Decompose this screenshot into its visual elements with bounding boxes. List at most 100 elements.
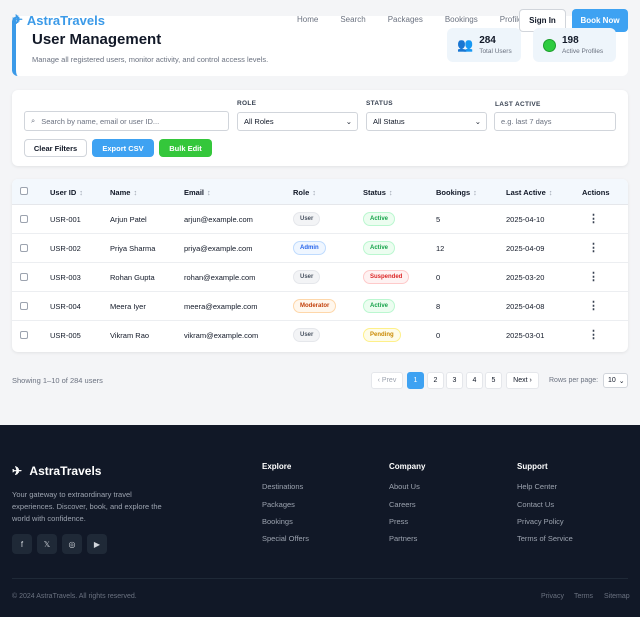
role-badge: Moderator (293, 299, 337, 313)
more-actions-icon[interactable]: ⋮ (588, 299, 599, 312)
youtube-icon[interactable]: ▶ (87, 534, 107, 554)
chevron-down-icon: ⌄ (474, 117, 481, 126)
cell-bookings: 12 (436, 244, 445, 253)
cell-user-id: USR-004 (50, 302, 81, 311)
table-header: User ID ↕ Name ↕ Email ↕ Role ↕ Status ↕ Book… (12, 179, 628, 205)
search-input[interactable]: ⌕ Search by name, email or user ID... (24, 111, 229, 131)
stat-value: 198 (562, 35, 579, 46)
table-row: USR-001 Arjun Patel arjun@example.com Us… (12, 205, 628, 234)
stat-active-profiles: 198 Active Profiles (533, 28, 616, 62)
more-actions-icon[interactable]: ⋮ (588, 212, 599, 225)
footer-link[interactable]: Help Center (517, 482, 557, 491)
col-user-id[interactable]: User ID ↕ (50, 188, 83, 197)
footer-privacy-link[interactable]: Privacy (541, 593, 564, 600)
nav-link-packages[interactable]: Packages (388, 15, 423, 24)
results-summary: Showing 1–10 of 284 users (12, 376, 103, 385)
more-actions-icon[interactable]: ⋮ (588, 270, 599, 283)
cell-name: Priya Sharma (110, 244, 156, 253)
cell-user-id: USR-005 (50, 331, 81, 340)
nav-link-bookings[interactable]: Bookings (445, 15, 478, 24)
footer-sitemap-link[interactable]: Sitemap (604, 593, 630, 600)
brand-name: AstraTravels (26, 12, 105, 28)
rows-per-page-select[interactable]: 10 ⌄ (603, 373, 628, 388)
stat-label: Total Users (479, 48, 512, 55)
page-button-4[interactable]: 4 (466, 372, 483, 389)
sort-icon: ↕ (79, 188, 84, 197)
brand-logo[interactable]: ✈ AstraTravels (12, 12, 105, 28)
status-select[interactable]: All Status ⌄ (366, 112, 487, 131)
table-row: USR-003 Rohan Gupta rohan@example.com Us… (12, 263, 628, 292)
footer-link[interactable]: Special Offers (262, 534, 309, 543)
footer-terms-link[interactable]: Terms (574, 593, 593, 600)
status-badge: Pending (363, 328, 401, 342)
clear-filters-button[interactable]: Clear Filters (24, 139, 87, 157)
col-name[interactable]: Name ↕ (110, 188, 137, 197)
sort-icon: ↕ (388, 188, 393, 197)
stat-label: Active Profiles (562, 48, 604, 55)
last-active-input[interactable]: e.g. last 7 days (494, 112, 616, 131)
page-button-1[interactable]: 1 (407, 372, 424, 389)
footer-link[interactable]: About Us (389, 482, 420, 491)
row-checkbox[interactable] (20, 244, 28, 252)
row-checkbox[interactable] (20, 273, 28, 281)
row-checkbox[interactable] (20, 331, 28, 339)
x-twitter-icon[interactable]: 𝕏 (37, 534, 57, 554)
cell-last-active: 2025-03-01 (506, 331, 545, 340)
cell-name: Meera Iyer (110, 302, 146, 311)
page-button-5[interactable]: 5 (485, 372, 502, 389)
footer-link[interactable]: Packages (262, 500, 295, 509)
sort-icon: ↕ (133, 188, 138, 197)
col-email[interactable]: Email ↕ (184, 188, 211, 197)
nav-link-search[interactable]: Search (340, 15, 365, 24)
role-select[interactable]: All Roles ⌄ (237, 112, 358, 131)
page-button-3[interactable]: 3 (446, 372, 463, 389)
row-checkbox[interactable] (20, 302, 28, 310)
footer-link[interactable]: Contact Us (517, 500, 554, 509)
col-label: Bookings (436, 188, 471, 197)
role-label: ROLE (237, 100, 257, 107)
select-all-checkbox[interactable] (20, 187, 28, 195)
copyright: © 2024 AstraTravels. All rights reserved… (12, 593, 137, 600)
sort-icon: ↕ (207, 188, 211, 197)
instagram-icon[interactable]: ◎ (62, 534, 82, 554)
prev-page-button[interactable]: ‹ Prev (371, 372, 403, 389)
sort-icon: ↕ (548, 188, 553, 197)
more-actions-icon[interactable]: ⋮ (588, 328, 599, 341)
table-row: USR-002 Priya Sharma priya@example.com A… (12, 234, 628, 263)
last-active-label: LAST ACTIVE (495, 101, 541, 108)
footer-col-title: Explore (262, 462, 292, 471)
search-placeholder: Search by name, email or user ID... (41, 116, 160, 126)
cell-last-active: 2025-04-09 (506, 244, 545, 253)
col-role[interactable]: Role ↕ (293, 188, 316, 197)
col-label: Role (293, 188, 310, 197)
facebook-icon[interactable]: f (12, 534, 32, 554)
col-last-active[interactable]: Last Active ↕ (506, 188, 553, 197)
footer-link[interactable]: Press (389, 517, 408, 526)
status-badge: Active (363, 241, 396, 255)
cell-email: priya@example.com (184, 244, 253, 253)
page-button-2[interactable]: 2 (427, 372, 444, 389)
footer-link[interactable]: Terms of Service (517, 534, 573, 543)
export-csv-button[interactable]: Export CSV (92, 139, 154, 157)
bulk-edit-button[interactable]: Bulk Edit (159, 139, 212, 157)
cell-bookings: 0 (436, 273, 441, 282)
col-status[interactable]: Status ↕ (363, 188, 393, 197)
next-page-button[interactable]: Next › (506, 372, 539, 389)
role-badge: User (293, 270, 321, 284)
stat-value: 284 (479, 35, 496, 46)
main-nav: Home Search Packages Bookings Profile (297, 15, 544, 24)
more-actions-icon[interactable]: ⋮ (588, 241, 599, 254)
nav-link-home[interactable]: Home (297, 15, 318, 24)
row-checkbox[interactable] (20, 215, 28, 223)
footer-link[interactable]: Destinations (262, 482, 303, 491)
cell-name: Arjun Patel (110, 215, 147, 224)
cell-last-active: 2025-03-20 (506, 273, 545, 282)
footer-link[interactable]: Privacy Policy (517, 517, 564, 526)
cell-email: arjun@example.com (184, 215, 253, 224)
footer-link[interactable]: Bookings (262, 517, 293, 526)
footer-brand[interactable]: ✈ AstraTravels (12, 464, 101, 478)
col-bookings[interactable]: Bookings ↕ (436, 188, 477, 197)
footer-link[interactable]: Careers (389, 500, 416, 509)
footer-link[interactable]: Partners (389, 534, 417, 543)
cell-last-active: 2025-04-10 (506, 215, 545, 224)
